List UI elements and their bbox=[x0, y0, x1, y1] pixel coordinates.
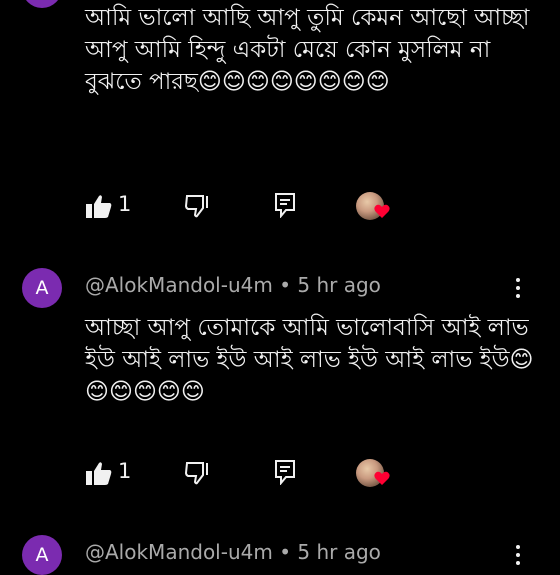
creator-avatar bbox=[356, 192, 390, 220]
heart-icon bbox=[374, 471, 390, 485]
comment-text: আচ্ছা আপু তোমাকে আমি ভালোবাসি আই লাভ ইউ … bbox=[85, 315, 534, 405]
thumbs-down-icon[interactable] bbox=[185, 461, 211, 485]
avatar[interactable] bbox=[22, 0, 62, 8]
avatar[interactable]: A bbox=[22, 268, 62, 308]
comment-text: আমি ভালো আছি আপু তুমি কেমন আছো আচ্ছা আপু… bbox=[85, 5, 530, 95]
more-vert-icon[interactable] bbox=[508, 276, 528, 302]
like-count: 1 bbox=[118, 459, 132, 483]
heart-icon bbox=[374, 204, 390, 218]
thumbs-down-icon[interactable] bbox=[185, 194, 211, 218]
reply-icon[interactable] bbox=[274, 459, 296, 485]
comment-time: 5 hr ago bbox=[297, 540, 381, 564]
comment-actions: 1 bbox=[0, 453, 560, 493]
author-name[interactable]: @AlokMandol-u4m bbox=[85, 540, 273, 564]
thumbs-up-icon[interactable] bbox=[86, 461, 112, 485]
reply-icon[interactable] bbox=[274, 192, 296, 218]
creator-avatar bbox=[356, 459, 390, 487]
meta-separator: • bbox=[279, 273, 291, 297]
comment-actions: 1 bbox=[0, 186, 560, 226]
comment-meta: @AlokMandol-u4m • 5 hr ago bbox=[85, 272, 381, 298]
author-name[interactable]: @AlokMandol-u4m bbox=[85, 273, 273, 297]
comment-time: 5 hr ago bbox=[297, 273, 381, 297]
meta-separator: • bbox=[279, 540, 291, 564]
like-count: 1 bbox=[118, 192, 132, 216]
avatar[interactable]: A bbox=[22, 535, 62, 575]
thumbs-up-icon[interactable] bbox=[86, 194, 112, 218]
more-vert-icon[interactable] bbox=[508, 543, 528, 569]
comment-meta: @AlokMandol-u4m • 5 hr ago bbox=[85, 539, 381, 565]
